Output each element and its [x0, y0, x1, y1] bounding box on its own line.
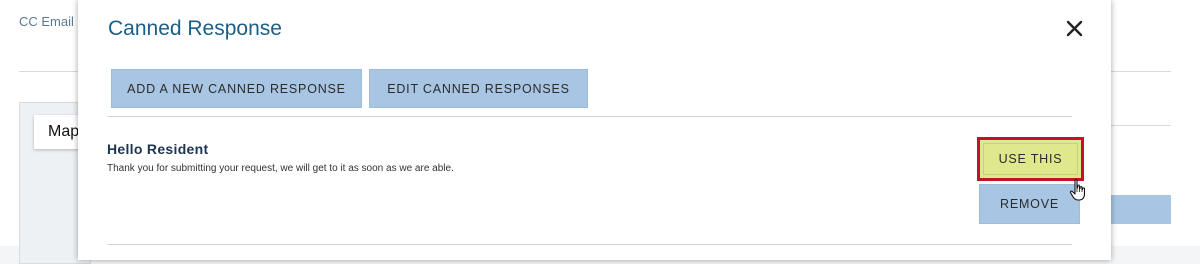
response-title: Hello Resident [107, 141, 209, 157]
canned-response-modal: Canned Response ADD A NEW CANNED RESPONS… [78, 0, 1111, 260]
divider [107, 116, 1072, 117]
modal-title: Canned Response [108, 17, 282, 40]
use-this-button[interactable]: USE THIS [977, 137, 1084, 181]
close-icon [1066, 20, 1083, 37]
hand-pointer-icon [1069, 179, 1086, 201]
add-canned-response-button[interactable]: ADD A NEW CANNED RESPONSE [111, 69, 362, 108]
use-this-label: USE THIS [983, 143, 1078, 175]
remove-button[interactable]: REMOVE [979, 184, 1080, 224]
close-button[interactable] [1063, 17, 1087, 41]
edit-canned-responses-button[interactable]: EDIT CANNED RESPONSES [369, 69, 588, 108]
response-body: Thank you for submitting your request, w… [107, 163, 454, 174]
cc-email-label: CC Email [19, 14, 74, 29]
divider [107, 244, 1072, 245]
